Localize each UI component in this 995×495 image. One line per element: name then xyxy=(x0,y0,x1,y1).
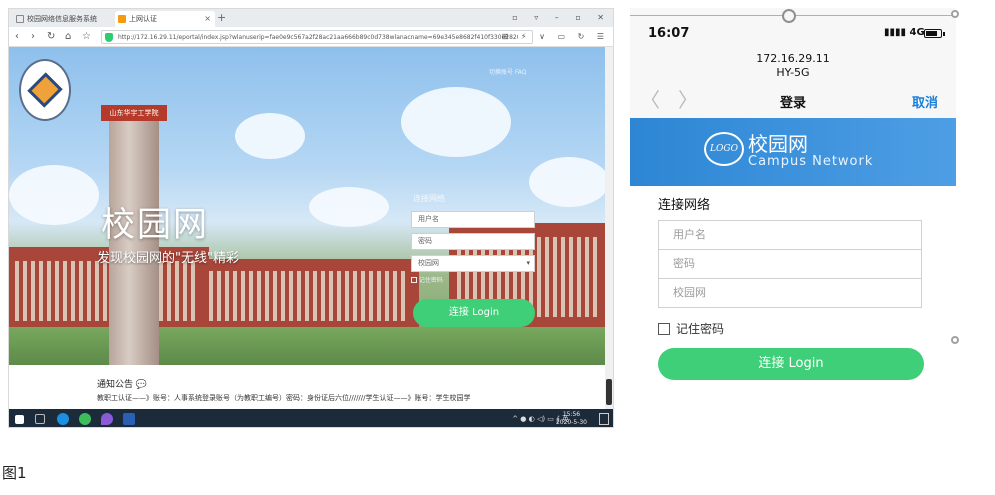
remember-label: 记住密码 xyxy=(418,277,443,284)
shield-icon xyxy=(105,33,113,42)
home-icon[interactable]: ⌂ xyxy=(65,29,71,45)
app-drop-icon[interactable] xyxy=(101,413,113,425)
speech-bubble-icon: 💬 xyxy=(135,380,148,390)
battery-fill xyxy=(926,31,937,36)
campus-network-banner: LOGO 校园网 Campus Network xyxy=(630,118,956,186)
login-section-label: 连接网络 xyxy=(413,194,445,203)
notice-area: 通知公告 💬 教职工认证——》账号：人事系统登录账号（为教职工编号）密码：身份证… xyxy=(9,365,613,409)
toolbar-icons[interactable]: ⊞ ⚡ ∨ ▭ ↻ ☰ xyxy=(502,29,609,45)
wifi-ssid: HY-5G xyxy=(776,66,810,79)
back-icon[interactable]: ‹ xyxy=(15,29,19,45)
notice-text[interactable]: 教职工认证——》账号：人事系统登录账号（为教职工编号）密码：身份证后六位////… xyxy=(97,393,471,403)
connect-section-title: 连接网络 xyxy=(658,198,711,213)
task-view-icon[interactable] xyxy=(35,414,45,424)
network-select[interactable]: 校园网 ▾ xyxy=(411,255,535,272)
word-icon[interactable] xyxy=(123,413,135,425)
signal-icon: ▮▮▮▮ 4G xyxy=(884,27,925,38)
windows-start-icon[interactable] xyxy=(15,415,24,424)
portal-ip: 172.16.29.11 xyxy=(756,52,830,65)
remember-label: 记住密码 xyxy=(676,322,725,336)
tab-label: 校园网络信息服务系统 xyxy=(27,15,97,23)
notice-title-text: 通知公告 xyxy=(97,380,134,390)
decor-circle xyxy=(782,9,796,23)
captive-portal-header: 172.16.29.11 HY-5G 〈 〉 登录 取消 xyxy=(630,50,956,118)
brand-subtitle: Campus Network xyxy=(748,154,874,169)
page-icon xyxy=(16,15,24,23)
phone-connect-login-button[interactable]: 连接 Login xyxy=(658,348,924,380)
browser-360-icon[interactable] xyxy=(79,413,91,425)
phone-screenshot: 16:07 ▮▮▮▮ 4G 172.16.29.11 HY-5G 〈 〉 登录 … xyxy=(630,8,956,428)
browser-tab-info-system[interactable]: 校园网络信息服务系统 xyxy=(13,11,113,27)
trees-foreground xyxy=(9,327,613,365)
chevron-down-icon: ▾ xyxy=(526,259,530,267)
url-text[interactable]: http://172.16.29.11/eportal/index.jsp?wl… xyxy=(118,31,518,44)
resize-handle-icon xyxy=(951,336,959,344)
tab-label: 上网认证 xyxy=(129,15,157,23)
scrollbar-thumb[interactable] xyxy=(606,379,612,405)
status-time: 16:07 xyxy=(648,26,690,41)
cloud-decoration xyxy=(309,187,389,227)
checkbox-icon xyxy=(411,277,417,283)
university-logo xyxy=(19,59,71,121)
browser-nav-bar: ‹ › ↻ ⌂ ☆ http://172.16.29.11/eportal/in… xyxy=(9,27,613,47)
top-links[interactable]: 切换账号 FAQ xyxy=(489,67,527,76)
phone-remember-checkbox[interactable]: 记住密码 xyxy=(658,320,724,337)
clock-date: 2020-5-30 xyxy=(555,419,587,426)
connect-login-button[interactable]: 连接 Login xyxy=(413,299,535,327)
phone-password-input[interactable]: 密码 xyxy=(658,249,922,279)
brand-title: 校园网 xyxy=(748,132,808,156)
logo-ring-icon: LOGO xyxy=(704,132,744,166)
notification-icon[interactable] xyxy=(599,413,609,425)
username-input[interactable]: 用户名 xyxy=(411,211,535,228)
campus-subtitle: 发现校园网的"无线"精彩 xyxy=(97,251,239,266)
campus-title: 校园网 xyxy=(101,205,209,245)
notice-title: 通知公告 💬 xyxy=(97,377,147,390)
forward-icon[interactable]: › xyxy=(31,29,35,45)
phone-username-input[interactable]: 用户名 xyxy=(658,220,922,250)
page-title: 登录 xyxy=(779,96,806,111)
tower-sign: 山东华宇工学院 xyxy=(109,109,159,117)
logo-text: LOGO xyxy=(710,144,738,154)
browser-tab-auth[interactable]: 上网认证 × xyxy=(115,11,215,27)
cloud-decoration xyxy=(9,165,99,225)
resize-handle-icon xyxy=(951,10,959,18)
battery-tip xyxy=(943,32,945,36)
cloud-decoration xyxy=(235,113,305,159)
building-windows xyxy=(15,261,201,321)
windows-taskbar: ^ ● ◐ ◁) ▭ ∮ 英 15:56 2020-5-30 xyxy=(9,409,613,427)
portal-page: 山东华宇工学院 切换账号 FAQ 校园网 发现校园网的"无线"精彩 连接网络 用… xyxy=(9,47,613,365)
favicon-icon xyxy=(118,15,126,23)
remember-password-checkbox[interactable]: 记住密码 xyxy=(411,275,443,284)
new-tab-button[interactable]: + xyxy=(217,10,226,26)
edge-browser-icon[interactable] xyxy=(57,413,69,425)
page-scrollbar[interactable] xyxy=(605,47,613,409)
window-controls[interactable]: ▫ ▿ – ▫ ✕ xyxy=(512,10,611,26)
figure-caption: 图1 xyxy=(2,464,27,482)
reload-icon[interactable]: ↻ xyxy=(47,29,55,45)
battery-icon xyxy=(924,29,942,38)
figure-root: 校园网络信息服务系统 上网认证 × + ▫ ▿ – ▫ ✕ ‹ › ↻ ⌂ ☆ … xyxy=(0,0,995,495)
cancel-button[interactable]: 取消 xyxy=(912,92,938,111)
password-input[interactable]: 密码 xyxy=(411,233,535,250)
phone-network-field[interactable]: 校园网 xyxy=(658,278,922,308)
building-windows xyxy=(209,271,409,321)
desktop-screenshot: 校园网络信息服务系统 上网认证 × + ▫ ▿ – ▫ ✕ ‹ › ↻ ⌂ ☆ … xyxy=(8,8,614,428)
cloud-decoration xyxy=(401,87,511,157)
bookmark-star-icon[interactable]: ☆ xyxy=(82,29,91,45)
close-tab-icon[interactable]: × xyxy=(204,11,211,27)
browser-tab-bar: 校园网络信息服务系统 上网认证 × + ▫ ▿ – ▫ ✕ xyxy=(9,9,613,27)
checkbox-icon xyxy=(658,323,670,335)
clock-time: 15:56 xyxy=(562,411,581,418)
logo-emblem xyxy=(27,72,63,108)
cloud-decoration xyxy=(529,157,609,207)
network-select-value: 校园网 xyxy=(418,259,439,267)
taskbar-clock[interactable]: 15:56 2020-5-30 xyxy=(556,411,587,427)
address-bar[interactable]: http://172.16.29.11/eportal/index.jsp?wl… xyxy=(101,30,533,44)
